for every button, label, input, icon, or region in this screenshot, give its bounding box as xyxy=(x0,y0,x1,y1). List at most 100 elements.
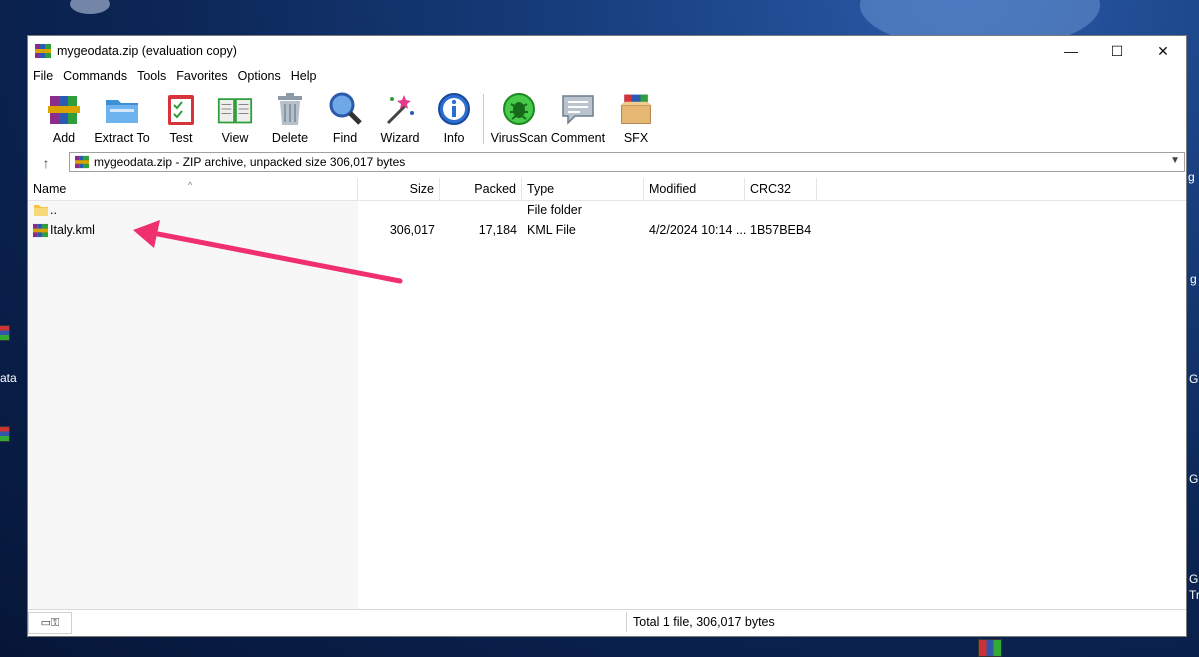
extract-to-label: Extract To xyxy=(94,131,150,145)
comment-label: Comment xyxy=(550,131,606,145)
find-button[interactable]: Find xyxy=(323,88,367,148)
trash-icon xyxy=(278,93,302,125)
delete-label: Delete xyxy=(271,131,309,145)
menu-file[interactable]: File xyxy=(28,69,58,83)
up-one-level-button[interactable]: ↑ xyxy=(35,153,57,173)
status-summary: Total 1 file, 306,017 bytes xyxy=(626,612,1186,632)
desktop-icon-label[interactable]: G xyxy=(1189,472,1198,486)
row-name: .. xyxy=(50,203,57,217)
path-text: mygeodata.zip - ZIP archive, unpacked si… xyxy=(94,155,406,169)
desktop-icon-label[interactable]: ata xyxy=(0,371,17,385)
delete-button[interactable]: Delete xyxy=(268,88,312,148)
virusscan-label: VirusScan xyxy=(490,131,548,145)
column-header-packed[interactable]: Packed xyxy=(440,178,522,200)
drive-key-icon[interactable]: ▭⚿ xyxy=(28,612,72,634)
column-header-type[interactable]: Type xyxy=(522,178,644,200)
wizard-label: Wizard xyxy=(380,131,420,145)
column-header-label: Packed xyxy=(474,182,516,196)
column-header-label: CRC32 xyxy=(750,182,791,196)
view-book-icon xyxy=(217,98,253,124)
find-label: Find xyxy=(332,131,358,145)
minimize-button[interactable]: — xyxy=(1048,36,1094,66)
address-bar: ↑ mygeodata.zip - ZIP archive, unpacked … xyxy=(28,151,1186,175)
row-crc32: 1B57BEB4 xyxy=(750,223,812,237)
row-packed: 17,184 xyxy=(478,223,517,237)
sort-ascending-icon: ^ xyxy=(188,180,193,190)
virusscan-button[interactable]: VirusScan xyxy=(491,88,547,148)
info-icon xyxy=(438,93,470,125)
menu-favorites[interactable]: Favorites xyxy=(171,69,232,83)
info-label: Info xyxy=(443,131,465,145)
info-button[interactable]: Info xyxy=(432,88,476,148)
close-icon: ✕ xyxy=(1157,42,1169,59)
wizard-button[interactable]: Wizard xyxy=(375,88,425,148)
extract-to-button[interactable]: Extract To xyxy=(92,88,152,148)
add-label: Add xyxy=(52,131,76,145)
desktop-icon-label[interactable]: g xyxy=(1188,170,1195,184)
window-title: mygeodata.zip (evaluation copy) xyxy=(57,44,237,58)
extract-folder-icon xyxy=(106,100,138,123)
column-header-label: Modified xyxy=(649,182,697,196)
menu-tools[interactable]: Tools xyxy=(132,69,171,83)
test-label: Test xyxy=(169,131,193,145)
virus-scan-icon xyxy=(503,93,535,125)
path-combobox[interactable]: mygeodata.zip - ZIP archive, unpacked si… xyxy=(69,152,1185,172)
row-size: 306,017 xyxy=(389,223,435,237)
desktop-sparkle xyxy=(70,0,110,14)
sfx-label: SFX xyxy=(623,131,649,145)
minimize-icon: — xyxy=(1064,43,1078,59)
column-header-label: Size xyxy=(409,182,434,196)
zip-archive-icon xyxy=(75,155,89,169)
menu-options[interactable]: Options xyxy=(233,69,286,83)
menu-bar: File Commands Tools Favorites Options He… xyxy=(28,66,321,86)
row-type: KML File xyxy=(527,223,576,237)
row-name: Italy.kml xyxy=(50,223,95,237)
view-button[interactable]: View xyxy=(213,88,257,148)
desktop-icon-label[interactable]: G xyxy=(1189,372,1198,386)
status-bar: ▭⚿ Total 1 file, 306,017 bytes xyxy=(28,609,1186,636)
table-row-parent-folder[interactable]: .. File folder xyxy=(28,200,818,220)
chevron-down-icon[interactable]: ▼ xyxy=(1170,155,1180,166)
add-button[interactable]: Add xyxy=(42,88,86,148)
column-header-modified[interactable]: Modified xyxy=(644,178,745,200)
file-list[interactable]: Name ^ Size Packed Type Modified CRC32 .… xyxy=(28,178,1186,610)
winrar-file-icon xyxy=(33,223,48,238)
toolbar-separator xyxy=(483,94,484,144)
desktop-icon-label[interactable]: g xyxy=(1190,272,1197,286)
column-header-size[interactable]: Size xyxy=(358,178,440,200)
close-button[interactable]: ✕ xyxy=(1140,36,1186,66)
folder-icon xyxy=(34,205,48,216)
column-header-label: Type xyxy=(527,182,555,196)
table-row-italy-kml[interactable]: Italy.kml 306,017 17,184 KML File 4/2/20… xyxy=(28,220,818,240)
name-column-background xyxy=(28,200,358,610)
desktop-icon-label[interactable]: G xyxy=(1189,572,1198,586)
sfx-box-icon xyxy=(619,94,653,124)
up-arrow-icon: ↑ xyxy=(42,155,50,171)
row-type: File folder xyxy=(527,203,582,217)
magic-wand-icon xyxy=(386,95,414,125)
desktop-icon-label[interactable]: Tr xyxy=(1189,588,1199,602)
magnifier-icon xyxy=(329,92,362,125)
maximize-button[interactable]: ☐ xyxy=(1094,36,1140,66)
maximize-icon: ☐ xyxy=(1110,42,1124,59)
row-modified: 4/2/2024 10:14 ... xyxy=(649,223,747,237)
sfx-button[interactable]: SFX xyxy=(614,88,658,148)
winrar-app-icon xyxy=(35,44,51,58)
winrar-window: mygeodata.zip (evaluation copy) — ☐ ✕ Fi… xyxy=(27,35,1187,637)
test-button[interactable]: Test xyxy=(159,88,203,148)
list-header: Name ^ Size Packed Type Modified CRC32 xyxy=(28,178,1186,201)
column-header-name[interactable]: Name ^ xyxy=(28,178,358,200)
test-clipboard-icon xyxy=(168,95,194,125)
toolbar: Add Extract To Test View Delete Find Wiz… xyxy=(28,88,1186,150)
desktop-winrar-icon[interactable] xyxy=(978,639,1002,657)
title-bar[interactable]: mygeodata.zip (evaluation copy) — ☐ ✕ xyxy=(28,36,1186,66)
comment-button[interactable]: Comment xyxy=(550,88,606,148)
add-archive-icon xyxy=(48,96,80,124)
column-header-label: Name xyxy=(33,182,67,196)
desktop-winrar-icon[interactable] xyxy=(0,325,10,341)
column-header-crc32[interactable]: CRC32 xyxy=(745,178,817,200)
view-label: View xyxy=(221,131,249,145)
desktop-winrar-icon[interactable] xyxy=(0,426,10,442)
menu-commands[interactable]: Commands xyxy=(58,69,132,83)
menu-help[interactable]: Help xyxy=(286,69,322,83)
